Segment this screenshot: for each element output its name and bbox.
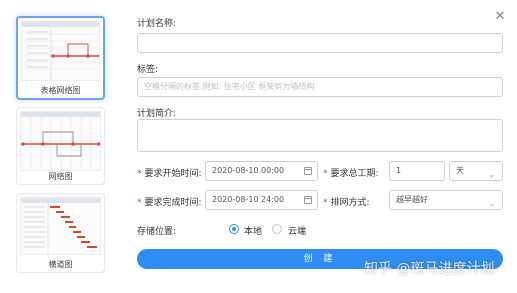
required-mark: *	[137, 198, 142, 208]
watermark: 知乎 @斑马进度计划	[364, 261, 495, 277]
calendar-icon	[304, 167, 312, 175]
duration-label: * 要求总工期:	[323, 166, 379, 179]
storage-label: 存储位置:	[137, 227, 177, 237]
start-time-label: * 要求开始时间:	[137, 166, 202, 179]
tags-placeholder: 空格分隔的标签,例如: 住宅小区 框架剪力墙结构	[144, 82, 315, 91]
template-label: 表格网络图	[40, 86, 81, 95]
template-card-network[interactable]: 网络图	[16, 107, 105, 185]
tags-input[interactable]: 空格分隔的标签,例如: 住宅小区 框架剪力墙结构	[137, 77, 503, 97]
tags-label: 标签:	[137, 65, 159, 75]
end-time-label: * 要求完成时间:	[137, 195, 202, 208]
end-time-picker[interactable]: 2020-08-10 24:00	[205, 190, 318, 210]
create-plan-dialog: 表格网络图 网络图 横道图 ✕ 计划名称: 标签: 空格分隔的标签,例如: 住宅…	[0, 0, 517, 293]
end-time-label-text: 要求完成时间:	[144, 198, 202, 208]
gantt-thumbnail	[20, 197, 101, 255]
storage-cloud-label[interactable]: 云端	[288, 224, 306, 237]
storage-local-label[interactable]: 本地	[244, 224, 262, 237]
storage-local-radio[interactable]	[229, 224, 239, 234]
storage-cloud-radio[interactable]	[272, 224, 282, 234]
schedule-mode-value: 越早越好	[396, 195, 428, 204]
close-icon[interactable]: ✕	[493, 10, 507, 24]
calendar-icon	[304, 196, 312, 204]
template-label: 横道图	[48, 260, 73, 269]
table-network-thumbnail	[21, 21, 100, 81]
start-time-picker[interactable]: 2020-08-10 00:00	[205, 161, 318, 181]
start-time-value: 2020-08-10 00:00	[212, 166, 285, 175]
template-label: 网络图	[48, 172, 73, 181]
required-mark: *	[323, 198, 328, 208]
duration-unit-value: 天	[456, 166, 464, 175]
schedule-mode-label-text: 排网方式:	[330, 198, 370, 208]
template-card-gantt[interactable]: 横道图	[16, 193, 105, 273]
schedule-mode-select[interactable]: 越早越好 ⌄	[389, 190, 503, 210]
duration-input[interactable]: 1	[389, 161, 445, 181]
end-time-value: 2020-08-10 24:00	[212, 195, 285, 204]
summary-label: 计划简介:	[137, 109, 177, 119]
template-card-table-network[interactable]: 表格网络图	[16, 16, 105, 100]
required-mark: *	[323, 169, 328, 179]
duration-label-text: 要求总工期:	[330, 169, 379, 179]
summary-textarea[interactable]	[137, 119, 503, 152]
duration-unit-select[interactable]: 天 ⌄	[449, 161, 503, 181]
start-time-label-text: 要求开始时间:	[144, 169, 202, 179]
schedule-mode-label: * 排网方式:	[323, 195, 370, 208]
required-mark: *	[137, 169, 142, 179]
plan-name-label: 计划名称:	[137, 19, 177, 29]
plan-name-input[interactable]	[137, 33, 503, 53]
chevron-down-icon: ⌄	[488, 170, 495, 179]
network-thumbnail	[20, 111, 101, 171]
chevron-down-icon: ⌄	[488, 199, 495, 208]
